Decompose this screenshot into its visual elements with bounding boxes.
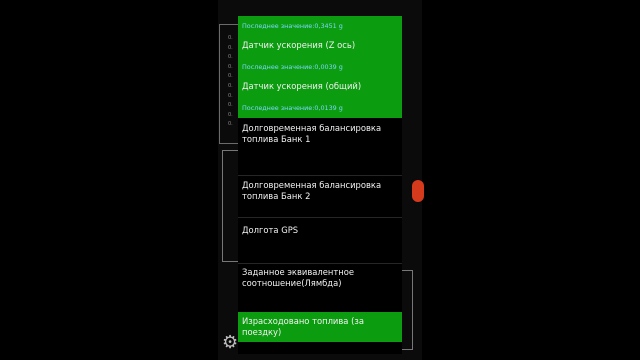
- axis-tick: 0.: [228, 63, 233, 70]
- axis-tick: 0.: [228, 35, 233, 41]
- menu-item-label: Датчик ускорения (Z ось): [242, 40, 356, 50]
- background-axis-ticks: 0. 0. 0. 0. 0. 0. 0. 0. 0. 0.: [228, 34, 233, 130]
- menu-item-fuel-used-trip[interactable]: Израсходовано топлива (за поездку): [238, 312, 402, 342]
- axis-tick: 0.: [228, 82, 233, 89]
- record-indicator: [412, 180, 424, 202]
- axis-tick: 0.: [228, 92, 233, 99]
- menu-item-accel-total[interactable]: Последнее значение:0,0039 g Датчик ускор…: [238, 56, 402, 98]
- menu-item-partial[interactable]: Последнее значение:0,0139 g: [238, 98, 402, 118]
- sensor-dropdown-menu: Последнее значение:0,3451 g Датчик ускор…: [238, 16, 402, 354]
- menu-item-hint: Последнее значение:0,0039 g: [242, 63, 343, 71]
- axis-tick: 0.: [228, 102, 233, 109]
- axis-tick: 0.: [228, 73, 233, 80]
- menu-item-ltft-bank1[interactable]: Долговременная балансировка топлива Банк…: [238, 118, 402, 176]
- menu-item-label: Долговременная балансировка топлива Банк…: [242, 180, 382, 201]
- menu-item-label: Долгота GPS: [242, 225, 299, 235]
- axis-tick: 0.: [228, 44, 233, 51]
- menu-item-gps-longitude[interactable]: Долгота GPS: [238, 218, 402, 264]
- gear-icon[interactable]: ⚙: [222, 334, 238, 352]
- menu-item-hint: Последнее значение:0,3451 g: [242, 22, 343, 30]
- menu-item-lambda[interactable]: Заданное эквивалентное соотношение(Лямбд…: [238, 264, 402, 312]
- menu-item-accel-z[interactable]: Последнее значение:0,3451 g Датчик ускор…: [238, 16, 402, 56]
- axis-tick: 0.: [228, 111, 233, 118]
- axis-tick: 0.: [228, 54, 233, 61]
- menu-item-label: Датчик ускорения (общий): [242, 81, 362, 91]
- axis-tick: 0.: [228, 121, 233, 128]
- menu-item-label: Израсходовано топлива (за поездку): [242, 316, 364, 337]
- menu-item-label: Долговременная балансировка топлива Банк…: [242, 123, 382, 144]
- menu-item-ltft-bank2[interactable]: Долговременная балансировка топлива Банк…: [238, 176, 402, 218]
- menu-item-label: Заданное эквивалентное соотношение(Лямбд…: [242, 267, 355, 288]
- menu-item-hint: Последнее значение:0,0139 g: [242, 104, 343, 112]
